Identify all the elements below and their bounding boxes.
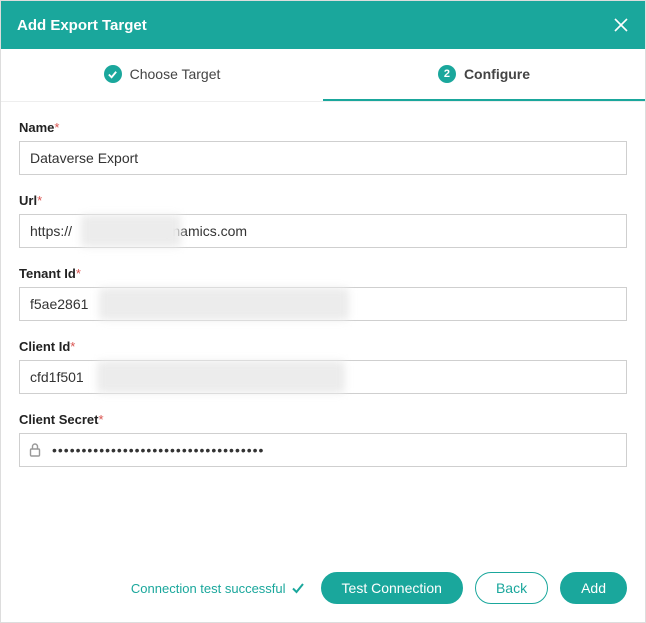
name-input[interactable] [19, 141, 627, 175]
step-label: Choose Target [130, 66, 221, 82]
check-icon [104, 65, 122, 83]
connection-status: Connection test successful [131, 581, 305, 596]
step-number-icon: 2 [438, 65, 456, 83]
field-url: Url* [19, 193, 627, 248]
field-client-secret: Client Secret* [19, 412, 627, 467]
close-icon[interactable] [613, 17, 629, 33]
client-id-input[interactable] [19, 360, 627, 394]
label-name: Name* [19, 120, 627, 135]
field-name: Name* [19, 120, 627, 175]
test-connection-button[interactable]: Test Connection [321, 572, 463, 604]
modal-body: Name* Url* Tenant Id* Client I [1, 102, 645, 558]
stepper: Choose Target 2 Configure [1, 49, 645, 102]
modal-title: Add Export Target [17, 17, 147, 34]
add-button[interactable]: Add [560, 572, 627, 604]
lock-icon [27, 442, 43, 458]
back-button[interactable]: Back [475, 572, 548, 604]
modal-header: Add Export Target [1, 1, 645, 49]
label-url: Url* [19, 193, 627, 208]
label-client-secret: Client Secret* [19, 412, 627, 427]
check-icon [291, 581, 305, 595]
url-input[interactable] [19, 214, 627, 248]
tenant-id-input[interactable] [19, 287, 627, 321]
label-tenant-id: Tenant Id* [19, 266, 627, 281]
step-configure[interactable]: 2 Configure [323, 49, 645, 101]
label-client-id: Client Id* [19, 339, 627, 354]
step-choose-target[interactable]: Choose Target [1, 49, 323, 101]
field-client-id: Client Id* [19, 339, 627, 394]
client-secret-input[interactable] [19, 433, 627, 467]
step-label: Configure [464, 66, 530, 82]
add-export-target-modal: Add Export Target Choose Target 2 Config… [0, 0, 646, 623]
field-tenant-id: Tenant Id* [19, 266, 627, 321]
modal-footer: Connection test successful Test Connecti… [1, 558, 645, 622]
